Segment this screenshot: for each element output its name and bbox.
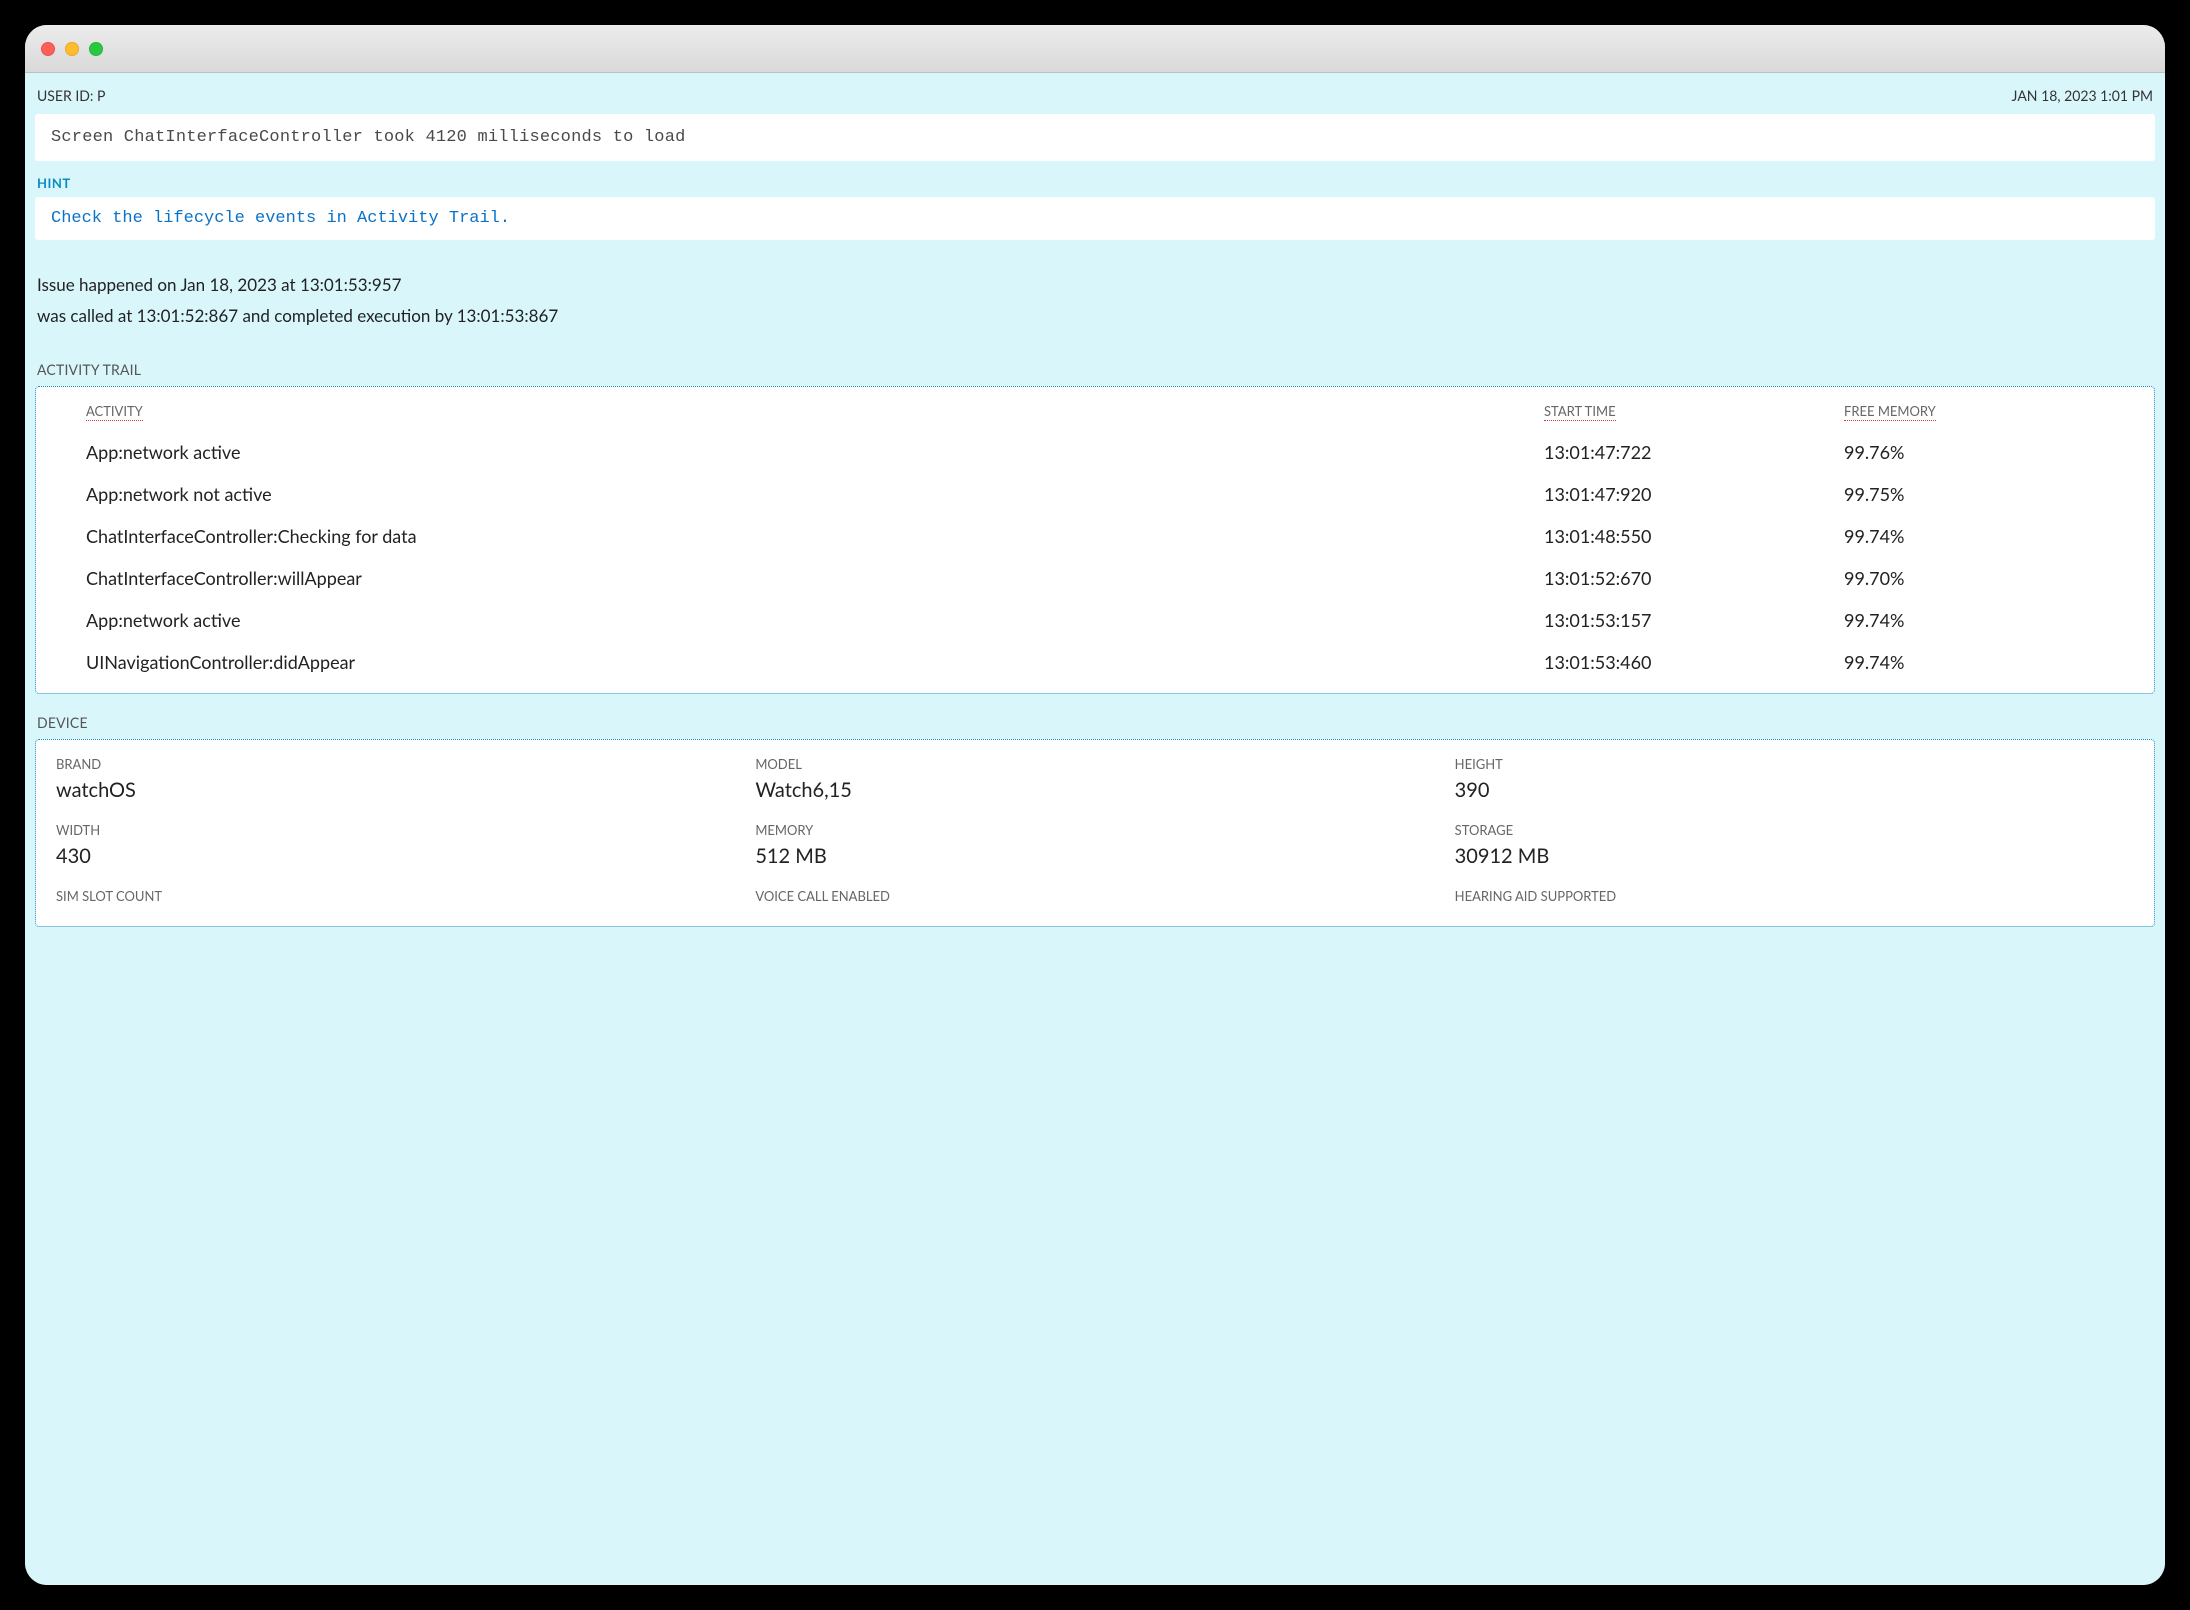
cell-start-time: 13:01:48:550 [1544, 525, 1834, 547]
device-cell: MEMORY 512 MB [755, 822, 1434, 884]
col-activity: ACTIVITY [86, 403, 143, 421]
device-cell-value: 512 MB [755, 844, 1434, 868]
cell-free-memory: 99.74% [1844, 609, 2134, 631]
cell-activity: App:network active [86, 609, 1534, 631]
viewport: USER ID: P JAN 18, 2023 1:01 PM Screen C… [25, 73, 2165, 1585]
cell-start-time: 13:01:53:460 [1544, 651, 1834, 673]
device-cell-label: STORAGE [1455, 822, 2134, 838]
activity-trail-rows: App:network active13:01:47:72299.76%App:… [86, 431, 2134, 683]
titlebar [25, 25, 2165, 73]
issue-message: Screen ChatInterfaceController took 4120… [35, 114, 2155, 161]
timing-line-2: was called at 13:01:52:867 and completed… [37, 301, 2153, 332]
cell-activity: ChatInterfaceController:willAppear [86, 567, 1534, 589]
timing-line-1: Issue happened on Jan 18, 2023 at 13:01:… [37, 270, 2153, 301]
table-row: UINavigationController:didAppear 13:01:53… [86, 641, 2134, 683]
device-cell-value: 390 [1455, 778, 2134, 802]
close-icon[interactable] [41, 42, 55, 56]
cell-free-memory: 99.70% [1844, 567, 2134, 589]
device-cell: MODEL Watch6,15 [755, 756, 1434, 818]
activity-trail-label: ACTIVITY TRAIL [35, 341, 2155, 386]
cell-activity: App:network active [86, 441, 1534, 463]
topbar: USER ID: P JAN 18, 2023 1:01 PM [35, 85, 2155, 114]
device-cell-label: MEMORY [755, 822, 1434, 838]
hint-text: Check the lifecycle events in Activity T… [35, 197, 2155, 240]
table-row: ChatInterfaceController:Checking for dat… [86, 515, 2134, 557]
cell-free-memory: 99.74% [1844, 651, 2134, 673]
device-cell-value: watchOS [56, 778, 735, 802]
device-cell-value: Watch6,15 [755, 778, 1434, 802]
device-cell: VOICE CALL ENABLED [755, 888, 1434, 926]
maximize-icon[interactable] [89, 42, 103, 56]
device-cell: HEARING AID SUPPORTED [1455, 888, 2134, 926]
cell-activity: App:network not active [86, 483, 1534, 505]
device-cell-label: WIDTH [56, 822, 735, 838]
user-id-label: USER ID: P [37, 87, 105, 104]
device-cell: SIM SLOT COUNT [56, 888, 735, 926]
cell-start-time: 13:01:52:670 [1544, 567, 1834, 589]
window-frame: USER ID: P JAN 18, 2023 1:01 PM Screen C… [25, 25, 2165, 1585]
cell-free-memory: 99.74% [1844, 525, 2134, 547]
device-cell: BRAND watchOS [56, 756, 735, 818]
table-row: App:network active 13:01:47:722 99.76% [86, 431, 2134, 473]
device-cell-label: BRAND [56, 756, 735, 772]
device-cell-label: SIM SLOT COUNT [56, 888, 735, 904]
cell-free-memory: 99.75% [1844, 483, 2134, 505]
table-row: App:network active 13:01:53:157 99.74% [86, 599, 2134, 641]
cell-free-memory: 99.76% [1844, 441, 2134, 463]
activity-trail-header: ACTIVITY START TIME FREE MEMORY [86, 397, 2134, 431]
device-label: DEVICE [35, 694, 2155, 739]
hint-label: HINT [35, 171, 2155, 197]
cell-start-time: 13:01:47:920 [1544, 483, 1834, 505]
cell-activity: UINavigationController:didAppear [86, 651, 1534, 673]
device-cell-label: HEARING AID SUPPORTED [1455, 888, 2134, 904]
device-cell-label: HEIGHT [1455, 756, 2134, 772]
col-free-memory: FREE MEMORY [1844, 403, 1936, 421]
device-cell-value: 30912 MB [1455, 844, 2134, 868]
table-row: ChatInterfaceController:willAppear 13:01:… [86, 557, 2134, 599]
minimize-icon[interactable] [65, 42, 79, 56]
device-cell-label: MODEL [755, 756, 1434, 772]
device-cell: WIDTH 430 [56, 822, 735, 884]
device-panel: BRAND watchOS MODEL Watch6,15 HEIGHT 390 WIDTH… [35, 739, 2155, 927]
timestamp-label: JAN 18, 2023 1:01 PM [2012, 87, 2153, 104]
cell-start-time: 13:01:47:722 [1544, 441, 1834, 463]
timing-block: Issue happened on Jan 18, 2023 at 13:01:… [35, 240, 2155, 341]
col-start-time: START TIME [1544, 403, 1616, 421]
cell-start-time: 13:01:53:157 [1544, 609, 1834, 631]
device-cell-value: 430 [56, 844, 735, 868]
cell-activity: ChatInterfaceController:Checking for dat… [86, 525, 1534, 547]
device-cell: STORAGE 30912 MB [1455, 822, 2134, 884]
device-cell-label: VOICE CALL ENABLED [755, 888, 1434, 904]
activity-trail-panel: ACTIVITY START TIME FREE MEMORY App:netw… [35, 386, 2155, 694]
device-cell: HEIGHT 390 [1455, 756, 2134, 818]
table-row: App:network not active 13:01:47:920 99.75% [86, 473, 2134, 515]
